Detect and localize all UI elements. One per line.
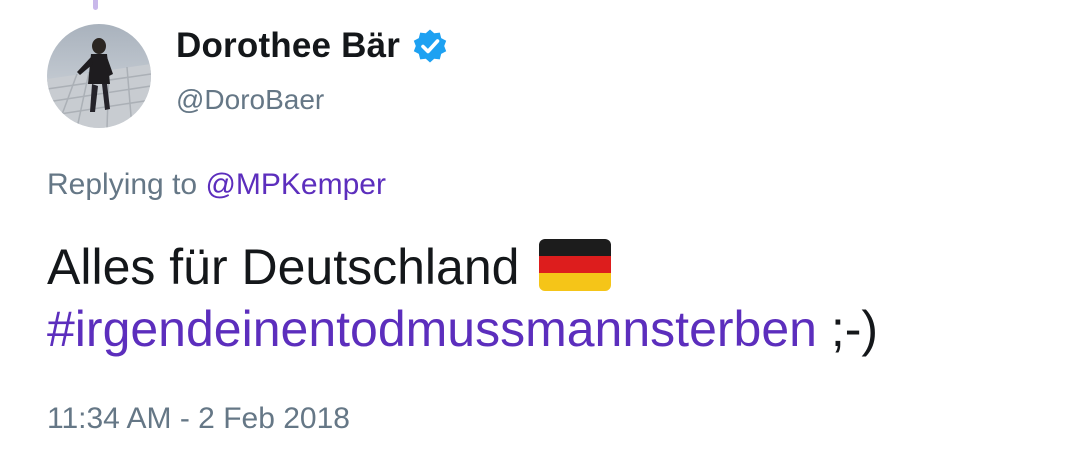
replying-to-label: Replying to	[47, 168, 198, 201]
author-display-name[interactable]: Dorothee Bär	[176, 26, 400, 66]
reply-target-link[interactable]: @MPKemper	[205, 168, 386, 201]
author-row: Dorothee Bär	[176, 26, 448, 66]
hashtag-link[interactable]: #irgendeinentodmussmannsterben	[47, 301, 817, 357]
verified-badge-icon	[412, 28, 448, 64]
tweet-suffix: ;-)	[830, 301, 879, 357]
replying-to-line: Replying to @MPKemper	[47, 168, 386, 202]
tweet-text: Alles für Deutschland #irgendeinentodmus…	[47, 236, 878, 360]
author-handle[interactable]: @DoroBaer	[176, 84, 324, 116]
tweet-text-main: Alles für Deutschland	[47, 239, 520, 295]
german-flag-emoji	[539, 238, 612, 291]
tweet-timestamp[interactable]: 11:34 AM - 2 Feb 2018	[47, 402, 350, 436]
avatar-photo	[47, 24, 151, 128]
avatar[interactable]	[47, 24, 151, 128]
thread-connector-line	[93, 0, 98, 10]
